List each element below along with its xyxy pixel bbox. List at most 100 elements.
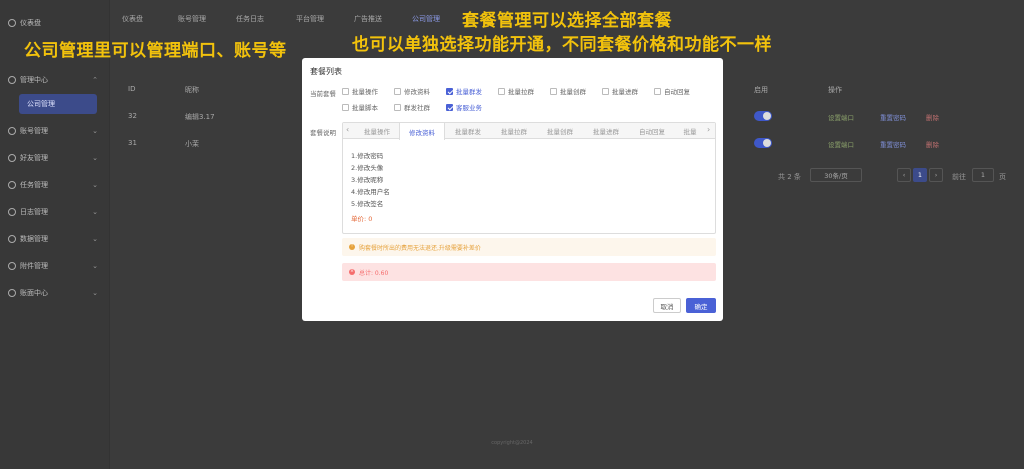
feature-line: 2.修改头像	[351, 164, 384, 172]
checkbox-box[interactable]	[446, 87, 453, 95]
package-modal: 套餐列表 当前套餐 批量操作 修改资料 批量群发 批量拉群 批量创群 批量进群 …	[302, 58, 723, 321]
reset-password-link[interactable]: 重置密码	[880, 139, 906, 149]
set-port-link[interactable]: 设置端口	[828, 139, 854, 149]
sidebar-item-logs[interactable]: 日志管理 ⌄	[8, 207, 102, 217]
tab-platform[interactable]: 平台管理	[296, 14, 324, 24]
checkbox-box[interactable]	[446, 103, 453, 111]
goto-page-input[interactable]: 1	[972, 168, 994, 182]
chevron-down-icon: ⌄	[92, 235, 98, 243]
chevron-down-icon: ⌄	[92, 289, 98, 297]
row-name: 编辑3.17	[185, 113, 215, 121]
desc-tab[interactable]: 批量进群	[583, 123, 629, 139]
page-number-button[interactable]: 1	[913, 168, 927, 182]
current-package-label: 当前套餐	[310, 90, 336, 98]
checkbox-box[interactable]	[654, 87, 661, 95]
feature-line: 3.修改昵称	[351, 176, 384, 184]
chevron-left-icon[interactable]: ‹	[346, 125, 349, 134]
description-tabs-panel: ‹ 批量操作 修改资料 批量群发 批量拉群 批量创群 批量进群 自动回复 批量 …	[342, 122, 716, 234]
warning-text: 购套餐时所出的费用无法退还,升级需要补差价	[359, 244, 481, 252]
modal-title: 套餐列表	[310, 67, 342, 76]
row-name: 小茉	[185, 140, 199, 148]
option-checkbox[interactable]: 群发社群	[394, 102, 430, 112]
column-header-id: ID	[128, 85, 136, 93]
footer-copyright: copyright@2024	[491, 440, 533, 446]
attachment-icon	[8, 262, 16, 270]
checkbox-box[interactable]	[602, 87, 609, 95]
chevron-down-icon: ⌄	[92, 262, 98, 270]
delete-link[interactable]: 删除	[926, 112, 939, 122]
close-circle-icon: ×	[349, 269, 355, 275]
desc-tab[interactable]: 批量拉群	[491, 123, 537, 139]
sidebar-item-management[interactable]: 管理中心 ⌃	[8, 75, 102, 85]
user-center-icon	[8, 289, 16, 297]
gear-icon	[8, 76, 16, 84]
total-text: 总计: 0.60	[359, 269, 389, 277]
confirm-button[interactable]: 确定	[686, 298, 716, 313]
delete-link[interactable]: 删除	[926, 139, 939, 149]
sidebar-item-company[interactable]: 公司管理	[19, 94, 97, 114]
log-icon	[8, 208, 16, 216]
sidebar-item-center[interactable]: 账面中心 ⌄	[8, 288, 102, 298]
checkbox-box[interactable]	[342, 87, 349, 95]
option-checkbox[interactable]: 修改资料	[394, 86, 430, 96]
chevron-down-icon: ⌄	[92, 181, 98, 189]
option-checkbox[interactable]: 批量进群	[602, 86, 638, 96]
reset-password-link[interactable]: 重置密码	[880, 112, 906, 122]
checkbox-box[interactable]	[342, 103, 349, 111]
option-checkbox[interactable]: 批量脚本	[342, 102, 378, 112]
option-checkbox[interactable]: 自动回复	[654, 86, 690, 96]
enable-toggle[interactable]	[754, 111, 772, 121]
desc-tab[interactable]: 批量群发	[445, 123, 491, 139]
annotation-top-1: 套餐管理可以选择全部套餐	[462, 11, 672, 31]
feature-line: 1.修改密码	[351, 152, 384, 160]
checkbox-box[interactable]	[498, 87, 505, 95]
column-header-enabled: 启用	[754, 86, 768, 94]
sidebar: 仪表盘 管理中心 ⌃ 公司管理 账号管理 ⌄ 好友管理 ⌄ 任务管理 ⌄ 日志管理 ⌄ 数…	[0, 0, 110, 469]
sidebar-item-tasks[interactable]: 任务管理 ⌄	[8, 180, 102, 190]
row-id: 32	[128, 112, 137, 120]
sidebar-item-data[interactable]: 数据管理 ⌄	[8, 234, 102, 244]
task-icon	[8, 181, 16, 189]
option-checkbox[interactable]: 批量拉群	[498, 86, 534, 96]
tab-accounts[interactable]: 账号管理	[178, 14, 206, 24]
goto-label: 前往	[952, 173, 966, 181]
sidebar-item-dashboard[interactable]: 仪表盘	[8, 18, 102, 28]
warning-alert: ! 购套餐时所出的费用无法退还,升级需要补差价	[342, 238, 716, 256]
checkbox-box[interactable]	[394, 103, 401, 111]
package-description-label: 套餐说明	[310, 129, 336, 137]
page-size-select[interactable]: 30条/页	[810, 168, 862, 182]
tab-dashboard[interactable]: 仪表盘	[122, 14, 143, 24]
next-page-button[interactable]: ›	[929, 168, 943, 182]
chevron-down-icon: ⌄	[92, 208, 98, 216]
option-checkbox[interactable]: 客服业务	[446, 102, 482, 112]
tab-company[interactable]: 公司管理	[412, 14, 440, 24]
description-tab-bar: ‹ 批量操作 修改资料 批量群发 批量拉群 批量创群 批量进群 自动回复 批量 …	[343, 123, 715, 140]
set-port-link[interactable]: 设置端口	[828, 112, 854, 122]
desc-tab-active[interactable]: 修改资料	[399, 123, 445, 140]
tab-ads[interactable]: 广告推送	[354, 14, 382, 24]
cancel-button[interactable]: 取消	[653, 298, 681, 313]
prev-page-button[interactable]: ‹	[897, 168, 911, 182]
column-header-actions: 操作	[828, 86, 842, 94]
option-checkbox[interactable]: 批量创群	[550, 86, 586, 96]
user-icon	[8, 127, 16, 135]
option-checkbox[interactable]: 批量群发	[446, 86, 482, 96]
sidebar-item-attachments[interactable]: 附件管理 ⌄	[8, 261, 102, 271]
desc-tab[interactable]: 批量创群	[537, 123, 583, 139]
desc-tab[interactable]: 批量操作	[355, 123, 399, 139]
sidebar-item-accounts[interactable]: 账号管理 ⌄	[8, 126, 102, 136]
desc-tab[interactable]: 批量	[675, 123, 705, 139]
checkbox-box[interactable]	[394, 87, 401, 95]
warning-icon: !	[349, 244, 355, 250]
row-id: 31	[128, 139, 137, 147]
option-checkbox[interactable]: 批量操作	[342, 86, 378, 96]
sidebar-item-friends[interactable]: 好友管理 ⌄	[8, 153, 102, 163]
enable-toggle[interactable]	[754, 138, 772, 148]
tab-task-logs[interactable]: 任务日志	[236, 14, 264, 24]
total-count: 共 2 条	[778, 173, 801, 181]
chevron-right-icon[interactable]: ›	[707, 125, 710, 134]
desc-tab[interactable]: 自动回复	[629, 123, 675, 139]
feature-line: 4.修改用户名	[351, 188, 390, 196]
checkbox-box[interactable]	[550, 87, 557, 95]
annotation-left: 公司管理里可以管理端口、账号等	[24, 41, 287, 61]
